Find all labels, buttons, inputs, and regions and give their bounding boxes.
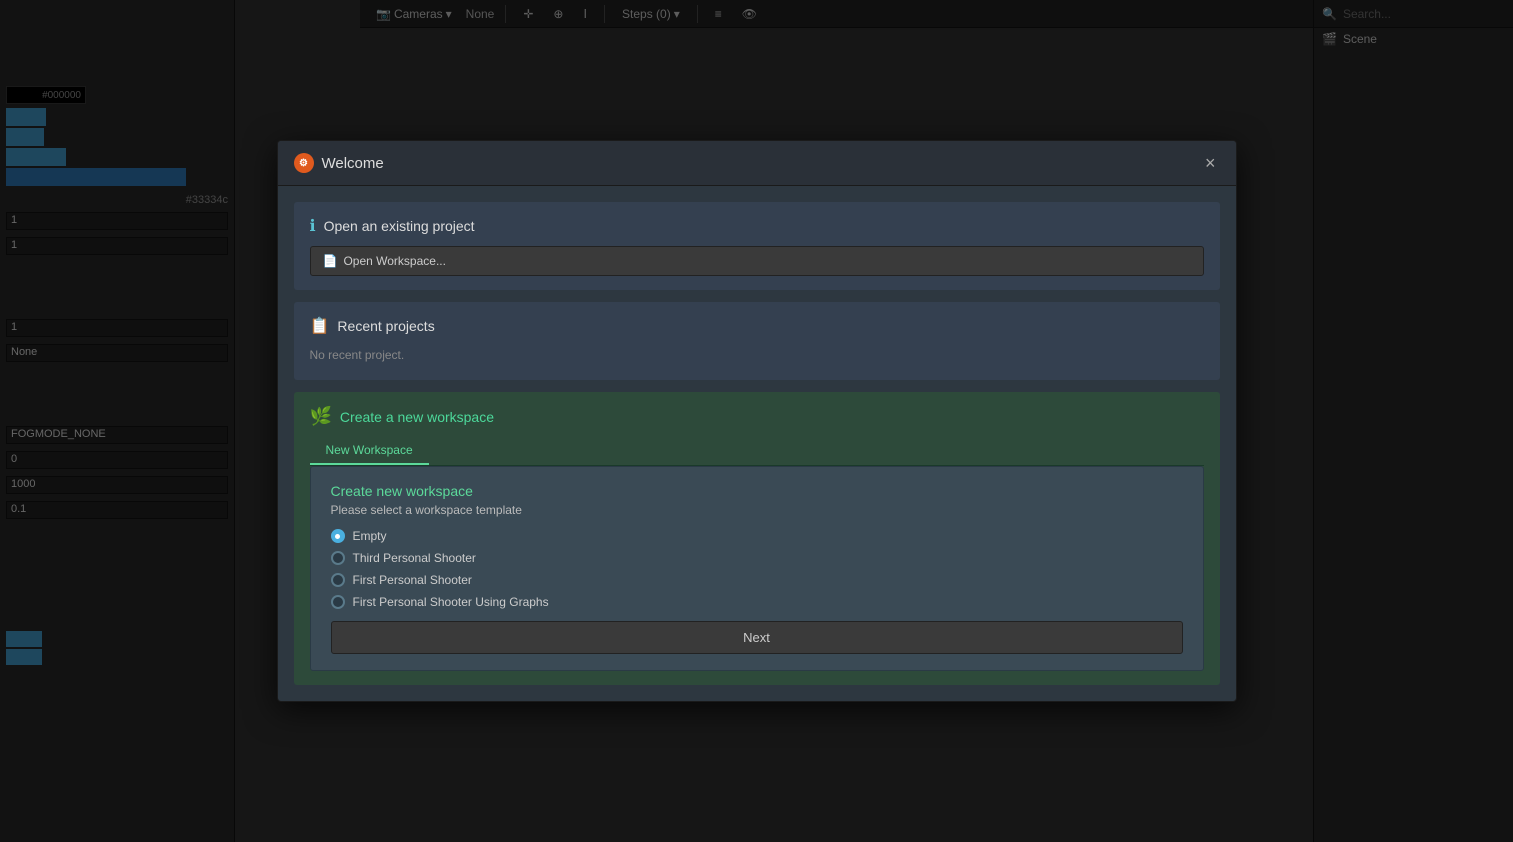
recent-icon: 📋	[310, 316, 330, 336]
template-option-first-person-graphs[interactable]: First Personal Shooter Using Graphs	[331, 595, 1183, 609]
section-recent-title: Recent projects	[337, 318, 434, 334]
section-open-title: Open an existing project	[324, 218, 475, 234]
welcome-icon: ⚙	[294, 153, 314, 173]
open-workspace-button[interactable]: 📄 Open Workspace...	[310, 246, 1204, 276]
section-create-title: Create a new workspace	[340, 409, 494, 425]
template-option-third-person[interactable]: Third Personal Shooter	[331, 551, 1183, 565]
radio-first-person-graphs[interactable]	[331, 595, 345, 609]
modal-header: ⚙ Welcome ×	[278, 141, 1236, 186]
modal-close-button[interactable]: ×	[1201, 154, 1220, 172]
section-recent-projects: 📋 Recent projects No recent project.	[294, 302, 1220, 380]
section-recent-header: 📋 Recent projects	[310, 316, 1204, 336]
radio-first-person[interactable]	[331, 573, 345, 587]
workspace-tab-bar: New Workspace	[310, 437, 1204, 466]
info-icon: ℹ	[310, 216, 316, 236]
modal-title: Welcome	[322, 155, 1193, 172]
create-icon: 🌿	[310, 406, 332, 427]
section-create-header: 🌿 Create a new workspace	[310, 406, 1204, 427]
modal-overlay: ⚙ Welcome × ℹ Open an existing project 📄…	[0, 0, 1513, 842]
template-option-first-person[interactable]: First Personal Shooter	[331, 573, 1183, 587]
next-button[interactable]: Next	[331, 621, 1183, 654]
open-workspace-label: Open Workspace...	[343, 254, 446, 268]
new-workspace-tab[interactable]: New Workspace	[310, 437, 429, 465]
template-option-empty[interactable]: Empty	[331, 529, 1183, 543]
template-label-first-person-graphs: First Personal Shooter Using Graphs	[353, 595, 549, 609]
folder-icon: 📄	[323, 254, 338, 268]
section-open-header: ℹ Open an existing project	[310, 216, 1204, 236]
welcome-modal: ⚙ Welcome × ℹ Open an existing project 📄…	[277, 140, 1237, 702]
section-create-workspace: 🌿 Create a new workspace New Workspace C…	[294, 392, 1220, 685]
no-recent-text: No recent project.	[310, 346, 1204, 366]
radio-empty[interactable]	[331, 529, 345, 543]
section-open-project: ℹ Open an existing project 📄 Open Worksp…	[294, 202, 1220, 290]
form-subtitle: Please select a workspace template	[331, 503, 1183, 517]
form-title: Create new workspace	[331, 483, 1183, 499]
template-label-third-person: Third Personal Shooter	[353, 551, 476, 565]
modal-body: ℹ Open an existing project 📄 Open Worksp…	[278, 186, 1236, 701]
template-label-empty: Empty	[353, 529, 387, 543]
radio-third-person[interactable]	[331, 551, 345, 565]
template-label-first-person: First Personal Shooter	[353, 573, 472, 587]
workspace-form: Create new workspace Please select a wor…	[310, 466, 1204, 671]
